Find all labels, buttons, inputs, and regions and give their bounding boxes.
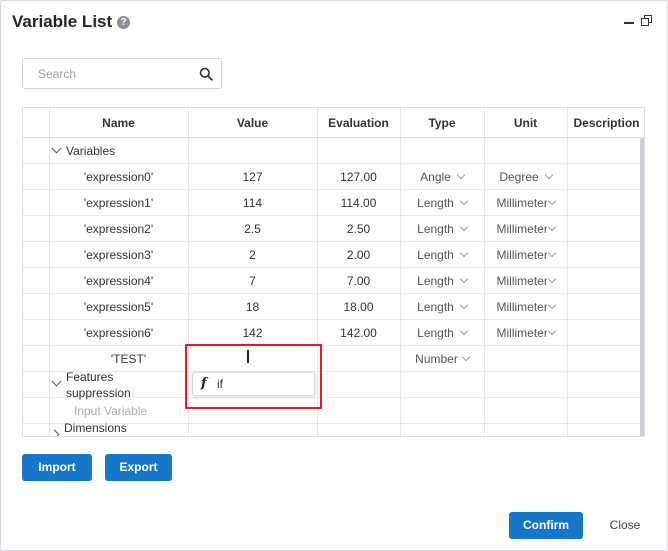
chevron-down-icon	[547, 196, 556, 206]
chevron-down-icon	[461, 352, 471, 362]
unit-dropdown-value: Millimeter	[496, 300, 547, 314]
table-row-evaluation: 114.00	[340, 196, 377, 210]
group-dimensions[interactable]: Dimensions	[64, 420, 127, 436]
chevron-down-icon	[547, 300, 556, 310]
table-row-name: 'expression4'	[83, 274, 154, 288]
type-dropdown[interactable]: Length	[400, 320, 484, 346]
group-features-line1: Features	[66, 370, 114, 384]
table-row-evaluation: 18.00	[343, 300, 374, 314]
table-row-value[interactable]: 114	[188, 190, 317, 216]
type-dropdown[interactable]: Angle	[400, 164, 484, 190]
unit-dropdown-value: Millimeter	[496, 196, 547, 210]
type-dropdown-value: Length	[417, 274, 454, 288]
table-row-evaluation: 2.50	[346, 222, 371, 236]
column-header-evaluation[interactable]: Evaluation	[317, 108, 400, 138]
chevron-down-icon	[547, 274, 556, 284]
table-row-name: 'expression2'	[83, 222, 154, 236]
variable-list-dialog: Variable List ? Name Value	[0, 0, 668, 551]
unit-dropdown-value: Millimeter	[496, 248, 547, 262]
table-row-value[interactable]: 142	[188, 320, 317, 346]
type-dropdown-value: Length	[417, 326, 454, 340]
minimize-icon[interactable]	[622, 13, 636, 29]
table-scrollbar[interactable]	[640, 138, 644, 436]
table-row-name: 'expression1'	[83, 196, 154, 210]
chevron-right-icon[interactable]	[49, 429, 60, 436]
chevron-down-icon	[456, 170, 466, 180]
column-header-value[interactable]: Value	[188, 108, 317, 138]
table-row-value[interactable]: 7	[188, 268, 317, 294]
chevron-down-icon	[459, 300, 469, 310]
export-button[interactable]: Export	[105, 454, 172, 481]
chevron-down-icon	[459, 248, 469, 258]
unit-dropdown[interactable]: Millimeter	[484, 320, 567, 346]
table-row-value[interactable]: 2.5	[188, 216, 317, 242]
group-features-suppression[interactable]: Features suppression	[66, 369, 131, 401]
table-row-evaluation: 142.00	[340, 326, 377, 340]
unit-dropdown[interactable]: Millimeter	[484, 294, 567, 320]
table-row-evaluation: 7.00	[346, 274, 371, 288]
chevron-down-icon[interactable]	[51, 143, 62, 154]
table-row-name: 'expression5'	[83, 300, 154, 314]
type-dropdown[interactable]: Length	[400, 242, 484, 268]
table-row-evaluation: 127.00	[340, 170, 377, 184]
group-variables[interactable]: Variables	[66, 143, 115, 159]
type-dropdown-value: Length	[417, 196, 454, 210]
table-row-value[interactable]: 127	[188, 164, 317, 190]
column-header-type[interactable]: Type	[400, 108, 484, 138]
unit-dropdown-value: Degree	[499, 170, 539, 184]
table-row-value[interactable]: 2	[188, 242, 317, 268]
variable-table: Name Value Evaluation Type Unit Descript…	[22, 107, 645, 437]
dialog-titlebar: Variable List ?	[1, 1, 667, 43]
column-header-name[interactable]: Name	[49, 108, 188, 138]
chevron-down-icon	[544, 170, 553, 180]
chevron-down-icon	[547, 326, 556, 336]
highlight-box	[185, 344, 322, 409]
chevron-down-icon	[459, 196, 469, 206]
search-input[interactable]	[24, 60, 192, 87]
unit-dropdown[interactable]: Millimeter	[484, 216, 567, 242]
column-header-unit[interactable]: Unit	[484, 108, 567, 138]
import-button[interactable]: Import	[22, 454, 92, 481]
unit-dropdown[interactable]: Millimeter	[484, 190, 567, 216]
column-header-description[interactable]: Description	[567, 108, 644, 138]
type-dropdown[interactable]: Length	[400, 268, 484, 294]
unit-dropdown-value: Millimeter	[496, 222, 547, 236]
type-dropdown[interactable]: Number	[400, 346, 484, 372]
search-icon[interactable]	[199, 67, 213, 81]
chevron-down-icon	[459, 274, 469, 284]
type-dropdown[interactable]: Length	[400, 216, 484, 242]
chevron-down-icon	[547, 248, 556, 258]
dialog-title: Variable List	[12, 12, 113, 31]
unit-dropdown-value: Millimeter	[496, 274, 547, 288]
close-button[interactable]: Close	[599, 512, 651, 539]
restore-icon[interactable]	[641, 13, 655, 29]
type-dropdown-value: Angle	[420, 170, 451, 184]
help-icon[interactable]: ?	[117, 16, 130, 29]
table-row-name: 'expression3'	[83, 248, 154, 262]
unit-dropdown[interactable]: Millimeter	[484, 268, 567, 294]
type-dropdown-value: Length	[417, 248, 454, 262]
chevron-down-icon	[547, 222, 556, 232]
unit-dropdown[interactable]: Millimeter	[484, 242, 567, 268]
chevron-down-icon	[459, 326, 469, 336]
table-row-evaluation: 2.00	[346, 248, 371, 262]
table-row-name: 'expression0'	[83, 170, 154, 184]
confirm-button[interactable]: Confirm	[509, 512, 583, 539]
chevron-down-icon	[459, 222, 469, 232]
search-box	[22, 58, 222, 89]
chevron-down-icon[interactable]	[51, 376, 62, 387]
unit-dropdown-value: Millimeter	[496, 326, 547, 340]
table-row-name: 'expression6'	[83, 326, 154, 340]
type-dropdown[interactable]: Length	[400, 294, 484, 320]
type-dropdown-value: Number	[415, 352, 458, 366]
type-dropdown-value: Length	[417, 300, 454, 314]
table-row-value[interactable]: 18	[188, 294, 317, 320]
type-dropdown[interactable]: Length	[400, 190, 484, 216]
type-dropdown-value: Length	[417, 222, 454, 236]
unit-dropdown[interactable]: Degree	[484, 164, 567, 190]
